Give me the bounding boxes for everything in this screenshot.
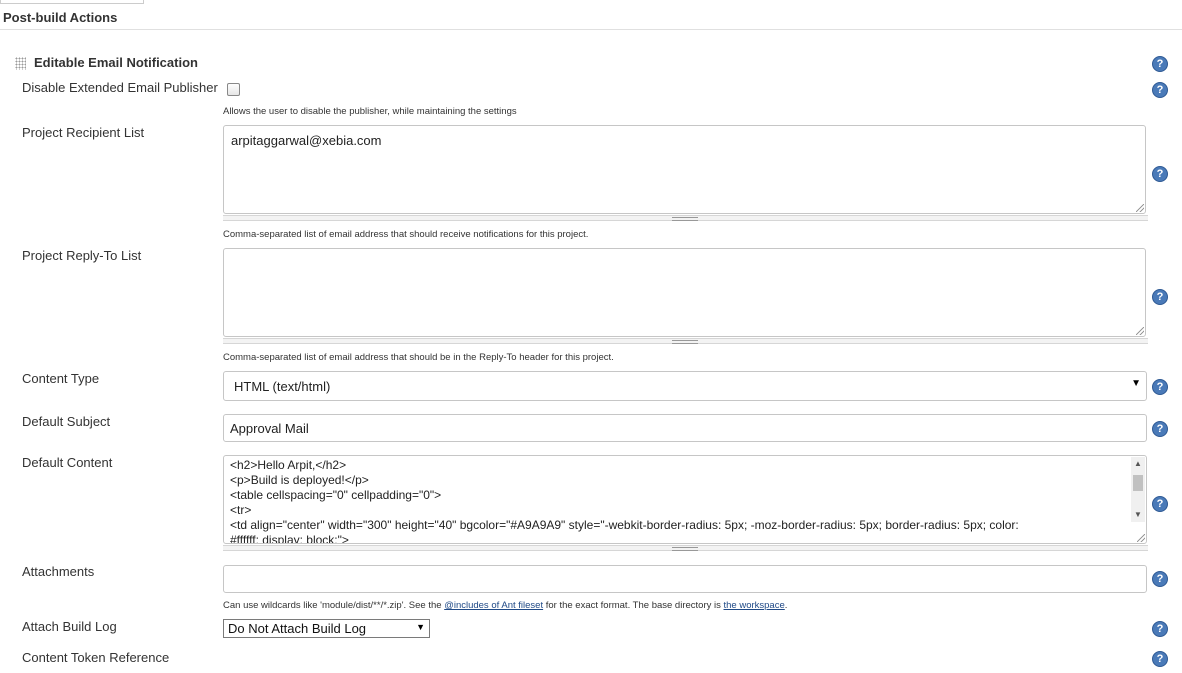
block-title: Editable Email Notification xyxy=(34,55,198,70)
default-subject-label: Default Subject xyxy=(22,414,111,429)
content-line: <p>Build is deployed!</p> xyxy=(230,473,369,487)
section-divider xyxy=(0,29,1182,30)
help-icon[interactable]: ? xyxy=(1152,496,1168,512)
content-line: <td align="center" width="300" height="4… xyxy=(230,518,1019,532)
section-title: Post-build Actions xyxy=(3,10,118,25)
attachments-label: Attachments xyxy=(22,564,95,579)
grip-icon xyxy=(672,217,698,221)
attach-build-log-select[interactable]: Do Not Attach Build Log ▼ xyxy=(223,619,430,638)
attachments-desc-middle: for the exact format. The base directory… xyxy=(543,600,724,611)
resize-handle-icon[interactable] xyxy=(1136,204,1144,212)
attachments-description: Can use wildcards like 'module/dist/**/*… xyxy=(223,600,787,611)
attachments-desc-suffix: . xyxy=(784,600,788,611)
help-icon[interactable]: ? xyxy=(1152,621,1168,637)
grip-icon xyxy=(672,547,698,551)
disable-publisher-description: Allows the user to disable the publisher… xyxy=(223,106,517,117)
content-type-select[interactable]: HTML (text/html) ▼ xyxy=(223,371,1147,401)
reply-to-label: Project Reply-To List xyxy=(22,248,142,263)
content-line: #ffffff; display: block;"> xyxy=(230,533,349,544)
reply-to-textarea[interactable] xyxy=(223,248,1146,337)
recipient-list-value: arpitaggarwal@xebia.com xyxy=(231,133,382,148)
recipient-list-description: Comma-separated list of email address th… xyxy=(223,229,589,240)
reply-to-description: Comma-separated list of email address th… xyxy=(223,352,614,363)
resize-handle-icon[interactable] xyxy=(1136,327,1144,335)
content-type-label: Content Type xyxy=(22,371,100,386)
help-icon[interactable]: ? xyxy=(1152,56,1168,72)
ant-fileset-link[interactable]: @includes of Ant fileset xyxy=(444,600,543,611)
drag-handle-icon[interactable] xyxy=(15,57,26,70)
help-icon[interactable]: ? xyxy=(1152,651,1168,667)
help-icon[interactable]: ? xyxy=(1152,571,1168,587)
disable-publisher-checkbox[interactable] xyxy=(227,83,240,96)
textarea-resize-bar[interactable] xyxy=(223,545,1148,551)
default-subject-input[interactable]: Approval Mail xyxy=(223,414,1147,442)
attachments-input[interactable] xyxy=(223,565,1147,593)
textarea-resize-bar[interactable] xyxy=(223,338,1148,344)
resize-handle-icon[interactable] xyxy=(1137,534,1145,542)
help-icon[interactable]: ? xyxy=(1152,166,1168,182)
recipient-list-label: Project Recipient List xyxy=(22,125,145,140)
grip-icon xyxy=(672,340,698,344)
scroll-up-icon[interactable]: ▲ xyxy=(1131,457,1145,471)
scroll-down-icon[interactable]: ▼ xyxy=(1131,508,1145,522)
scrollbar-thumb[interactable] xyxy=(1133,475,1143,491)
content-line: <table cellspacing="0" cellpadding="0"> xyxy=(230,488,442,502)
tab-stub xyxy=(0,0,144,4)
workspace-link[interactable]: the workspace xyxy=(724,600,785,611)
help-icon[interactable]: ? xyxy=(1152,82,1168,98)
attach-build-log-label: Attach Build Log xyxy=(22,619,117,634)
attachments-desc-prefix: Can use wildcards like 'module/dist/**/*… xyxy=(223,600,445,611)
vertical-scrollbar[interactable]: ▲ ▼ xyxy=(1131,457,1145,522)
default-content-textarea[interactable]: <h2>Hello Arpit,</h2> <p>Build is deploy… xyxy=(223,455,1147,544)
default-content-label: Default Content xyxy=(22,455,113,470)
textarea-resize-bar[interactable] xyxy=(223,215,1148,221)
content-line: <h2>Hello Arpit,</h2> xyxy=(230,458,347,472)
content-type-value: HTML (text/html) xyxy=(234,379,331,394)
disable-publisher-label: Disable Extended Email Publisher xyxy=(22,80,218,95)
chevron-down-icon: ▼ xyxy=(1131,378,1141,389)
content-line: <tr> xyxy=(230,503,252,517)
attach-build-log-value: Do Not Attach Build Log xyxy=(228,621,367,636)
content-token-label: Content Token Reference xyxy=(22,650,170,665)
recipient-list-textarea[interactable]: arpitaggarwal@xebia.com xyxy=(223,125,1146,214)
help-icon[interactable]: ? xyxy=(1152,421,1168,437)
chevron-down-icon: ▼ xyxy=(416,622,425,632)
help-icon[interactable]: ? xyxy=(1152,289,1168,305)
help-icon[interactable]: ? xyxy=(1152,379,1168,395)
